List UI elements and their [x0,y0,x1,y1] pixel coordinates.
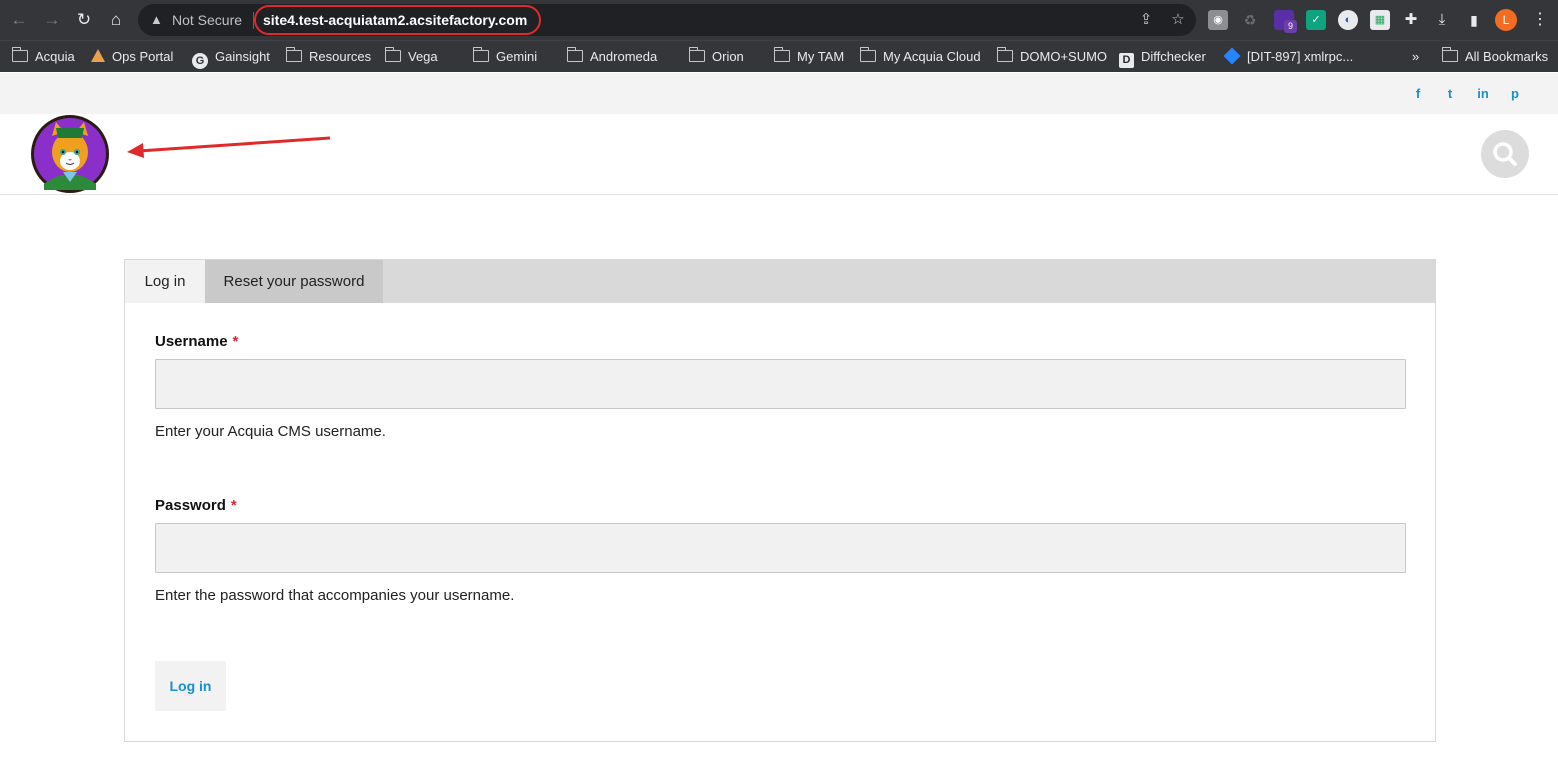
bookmark-jira-ticket[interactable]: [DIT-897] xmlrpc... [1223,47,1353,67]
folder-icon [860,47,876,62]
username-label: Username * [155,333,239,350]
bookmark-star-icon[interactable]: ☆ [1168,10,1188,30]
bookmark-domo-sumo[interactable]: DOMO+SUMO [997,47,1107,67]
folder-icon [997,47,1013,62]
warning-icon: ▲ [150,12,163,27]
bookmark-gemini[interactable]: Gemini [473,47,537,67]
facebook-icon[interactable]: f [1411,86,1425,102]
login-tabs: Log in Reset your password [125,260,1435,303]
folder-icon [12,47,28,62]
folder-icon [774,47,790,62]
bookmark-andromeda[interactable]: Andromeda [567,47,657,67]
clock-extension-icon[interactable]: ◐ [1338,10,1358,30]
bookmark-my-tam[interactable]: My TAM [774,47,844,67]
required-marker: * [232,333,239,350]
log-in-button[interactable]: Log in [155,661,226,711]
password-input[interactable] [155,523,1406,573]
username-help: Enter your Acquia CMS username. [155,423,386,440]
login-card: Log in Reset your password Username * Ent… [124,259,1436,742]
folder-icon [1442,47,1458,62]
twitter-icon[interactable]: t [1442,86,1458,102]
bookmark-ops-portal[interactable]: Ops Portal [91,47,173,67]
tab-reset-password[interactable]: Reset your password [205,260,383,303]
menu-kebab-icon[interactable]: ⋮ [1530,10,1550,30]
side-panel-icon[interactable]: ▮ [1464,10,1484,30]
search-icon [1493,142,1517,166]
home-icon[interactable]: ⌂ [104,8,128,32]
download-icon[interactable]: ⤓ [1432,10,1452,30]
annotation-arrow [127,136,331,158]
search-button[interactable] [1481,130,1529,178]
folder-icon [473,47,489,62]
url-text[interactable]: site4.test-acquiatam2.acsitefactory.com [254,5,541,35]
username-input[interactable] [155,359,1406,409]
gainsight-icon: G [192,53,208,69]
bookmark-diffchecker[interactable]: D Diffchecker [1119,47,1206,68]
recycle-extension-icon[interactable]: ♻ [1240,10,1260,30]
password-label: Password * [155,497,237,514]
extension-badge: 9 [1284,20,1297,33]
back-icon[interactable]: ← [7,8,31,32]
required-marker: * [230,497,237,514]
extensions-puzzle-icon[interactable]: ✚ [1401,10,1421,30]
reload-icon[interactable]: ↻ [72,8,96,32]
profile-avatar[interactable]: L [1495,9,1517,31]
folder-icon [689,47,705,62]
browser-toolbar: ← → ↻ ⌂ ▲ Not Secure site4.test-acquiata… [0,0,1558,40]
utility-bar: f t in p [0,73,1558,114]
address-bar[interactable]: ▲ Not Secure site4.test-acquiatam2.acsit… [138,4,1196,36]
pinterest-icon[interactable]: p [1508,86,1522,102]
jira-icon [1223,47,1241,65]
sheet-extension-icon[interactable]: ▦ [1370,10,1390,30]
bookmarks-bar: Acquia Ops Portal G Gainsight Resources V… [0,40,1558,72]
bookmark-gainsight[interactable]: G Gainsight [192,47,270,69]
green-extension-icon[interactable]: ✓ [1306,10,1326,30]
ops-portal-icon [91,49,105,62]
all-bookmarks[interactable]: All Bookmarks [1442,47,1548,67]
site-logo[interactable] [30,114,110,194]
bookmark-my-acquia-cloud[interactable]: My Acquia Cloud [860,47,981,67]
diffchecker-icon: D [1119,53,1134,68]
bookmark-resources[interactable]: Resources [286,47,371,67]
forward-icon[interactable]: → [40,8,64,32]
camera-extension-icon[interactable]: ◉ [1208,10,1228,30]
password-help: Enter the password that accompanies your… [155,587,515,604]
bookmark-vega[interactable]: Vega [385,47,438,67]
tab-log-in[interactable]: Log in [125,260,205,303]
bookmark-acquia[interactable]: Acquia [12,47,75,67]
folder-icon [567,47,583,62]
folder-icon [385,47,401,62]
security-label[interactable]: Not Secure [172,12,242,28]
bookmark-orion[interactable]: Orion [689,47,744,67]
folder-icon [286,47,302,62]
more-bookmarks-button[interactable]: » [1412,47,1419,67]
share-icon[interactable]: ⇪ [1136,10,1156,30]
linkedin-icon[interactable]: in [1474,86,1492,102]
